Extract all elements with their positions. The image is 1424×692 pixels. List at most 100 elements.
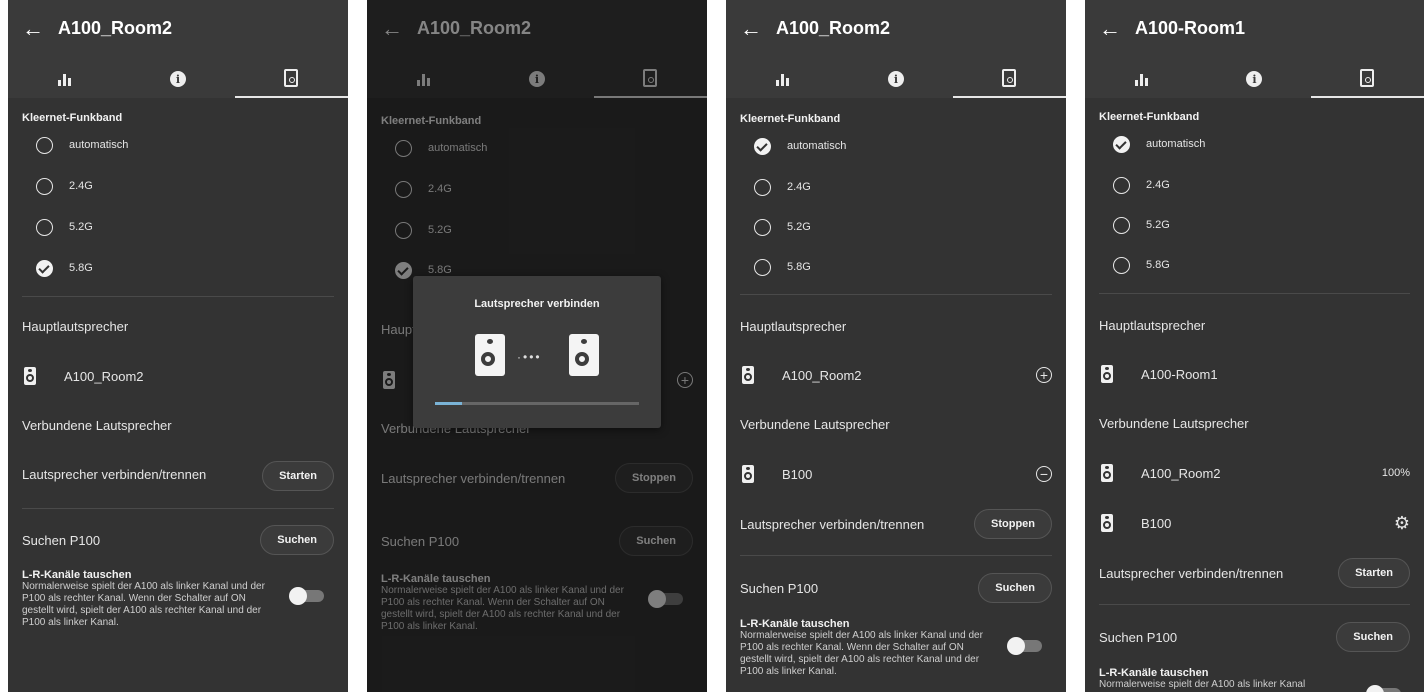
connecting-dots-icon: ·••• [517, 350, 542, 364]
speaker-icon [1101, 464, 1113, 482]
radio-automatisch[interactable]: automatisch [1113, 132, 1205, 156]
divider [22, 508, 334, 509]
band-label: Kleernet-Funkband [1099, 111, 1200, 123]
band-label: Kleernet-Funkband [22, 112, 123, 124]
divider [740, 555, 1052, 556]
dialog-title: Lautsprecher verbinden [474, 298, 600, 310]
radio-5-8g[interactable]: 5.8G [754, 255, 811, 279]
swap-toggle[interactable] [289, 587, 324, 605]
main-speaker-heading: Hauptlautsprecher [1099, 318, 1206, 333]
main-speaker-heading: Hauptlautsprecher [22, 319, 129, 334]
stop-button[interactable]: Stoppen [974, 509, 1052, 539]
radio-2-4g[interactable]: 2.4G [36, 174, 93, 198]
swap-description: Normalerweise spielt der A100 als linker… [22, 581, 265, 628]
radio-5-8g[interactable]: 5.8G [36, 256, 93, 280]
radio-label: 2.4G [1146, 179, 1170, 191]
radio-icon [754, 178, 771, 196]
bar-chart-icon [58, 72, 72, 86]
radio-checked-icon [754, 137, 771, 155]
swap-title: L-R-Kanäle tauschen [22, 569, 132, 581]
search-button[interactable]: Suchen [1336, 622, 1410, 652]
radio-2-4g[interactable]: 2.4G [1113, 173, 1170, 197]
swap-title: L-R-Kanäle tauschen [740, 618, 850, 630]
swap-description: Normalerweise spielt der A100 als linker… [1099, 679, 1306, 690]
radio-label: 2.4G [787, 181, 811, 193]
radio-icon [1113, 256, 1130, 274]
speaker-icon [24, 367, 36, 385]
remove-icon[interactable]: − [1036, 466, 1052, 482]
app-bar: ← A100_Room2 [8, 0, 348, 60]
tab-stats[interactable] [8, 60, 121, 98]
radio-checked-icon [36, 259, 53, 277]
tab-bar: i [1085, 60, 1424, 98]
search-button[interactable]: Suchen [260, 525, 334, 555]
radio-automatisch[interactable]: automatisch [754, 134, 846, 158]
search-label: Suchen P100 [22, 533, 101, 548]
radio-label: 5.2G [69, 221, 93, 233]
search-label: Suchen P100 [740, 581, 819, 596]
tab-info[interactable]: i [121, 60, 234, 98]
progress-bar [435, 402, 639, 405]
bar-chart-icon [776, 72, 790, 86]
radio-label: 5.8G [1146, 259, 1170, 271]
radio-label: 5.8G [69, 262, 93, 274]
tab-speaker[interactable] [952, 60, 1066, 98]
connected-speaker-row: A100_Room2 100% [1101, 460, 1410, 486]
info-icon: i [169, 71, 186, 87]
connected-speakers-heading: Verbundene Lautsprecher [740, 417, 890, 432]
add-icon[interactable]: + [1036, 367, 1052, 383]
radio-2-4g[interactable]: 2.4G [754, 175, 811, 199]
swap-description: Normalerweise spielt der A100 als linker… [740, 630, 983, 677]
connect-label: Lautsprecher verbinden/trennen [740, 517, 925, 532]
connected-speakers-heading: Verbundene Lautsprecher [1099, 416, 1249, 431]
connect-label: Lautsprecher verbinden/trennen [1099, 566, 1284, 581]
bar-chart-icon [1134, 72, 1148, 86]
screen-4: ← A100-Room1 i Kleernet-Funkband automat… [1085, 0, 1424, 692]
tab-stats[interactable] [726, 60, 839, 98]
screen-3: ← A100_Room2 i Kleernet-Funkband automat… [726, 0, 1066, 692]
speaker-icon [742, 366, 754, 384]
speaker-name: A100_Room2 [1141, 465, 1221, 481]
radio-label: 5.2G [1146, 219, 1170, 231]
page-title: A100_Room2 [58, 18, 173, 38]
swap-toggle[interactable] [1366, 685, 1401, 692]
tab-stats[interactable] [1085, 60, 1198, 98]
speaker-icon [1101, 514, 1113, 532]
radio-5-8g[interactable]: 5.8G [1113, 253, 1170, 277]
gear-icon[interactable]: ⚙ [1394, 514, 1410, 532]
progress-fill [435, 402, 462, 405]
radio-icon [36, 177, 53, 195]
radio-automatisch[interactable]: automatisch [36, 133, 128, 157]
info-icon: i [1246, 71, 1263, 87]
speaker-name: A100_Room2 [782, 367, 862, 383]
radio-5-2g[interactable]: 5.2G [36, 215, 93, 239]
search-button[interactable]: Suchen [978, 573, 1052, 603]
app-bar: ← A100_Room2 [726, 0, 1066, 60]
connect-label: Lautsprecher verbinden/trennen [22, 467, 207, 482]
divider [1099, 293, 1410, 294]
main-speaker-row: A100_Room2 + [742, 362, 1052, 388]
radio-icon [1113, 176, 1130, 194]
tab-speaker[interactable] [1310, 60, 1424, 98]
tab-info[interactable]: i [839, 60, 952, 98]
radio-5-2g[interactable]: 5.2G [1113, 213, 1170, 237]
tab-info[interactable]: i [1198, 60, 1311, 98]
back-arrow-icon[interactable]: ← [22, 16, 44, 42]
tab-speaker[interactable] [234, 60, 348, 98]
speaker-name: B100 [1141, 515, 1172, 531]
back-arrow-icon[interactable]: ← [740, 16, 762, 42]
screen-1: ← A100_Room2 i Kleernet-Funkband automat… [8, 0, 348, 692]
start-button[interactable]: Starten [262, 461, 334, 491]
connected-speaker-row: B100 − [742, 461, 1052, 487]
speaker-name: A100-Room1 [1141, 366, 1218, 382]
status-badge: 100% [1381, 467, 1410, 479]
radio-icon [36, 136, 53, 154]
band-label: Kleernet-Funkband [740, 113, 841, 125]
start-button[interactable]: Starten [1338, 558, 1410, 588]
swap-title: L-R-Kanäle tauschen [1099, 667, 1209, 679]
swap-toggle[interactable] [1007, 637, 1042, 655]
back-arrow-icon[interactable]: ← [1099, 16, 1121, 42]
speaker-icon [569, 334, 599, 376]
radio-5-2g[interactable]: 5.2G [754, 215, 811, 239]
divider [22, 296, 334, 297]
